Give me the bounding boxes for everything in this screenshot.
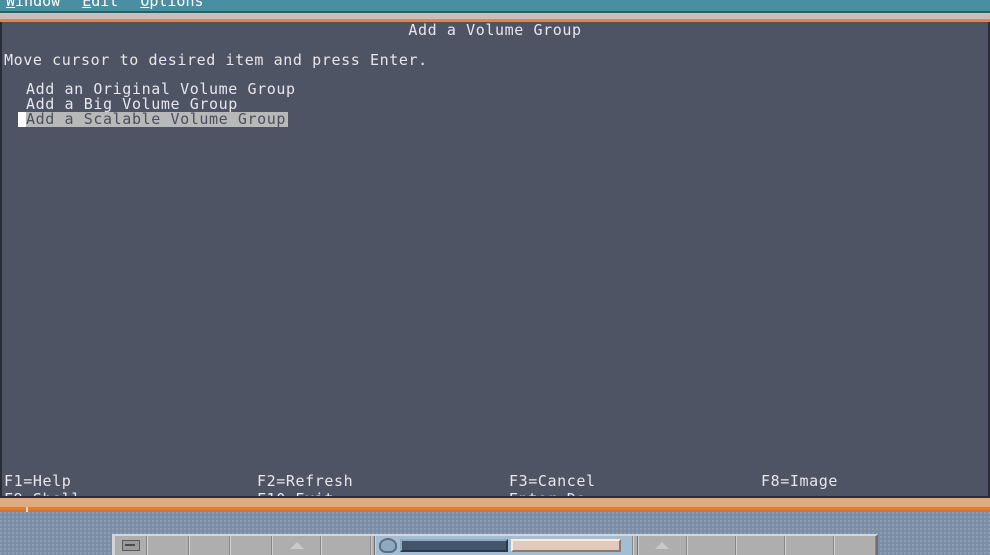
- menu-options[interactable]: Options: [140, 0, 203, 11]
- menu-edit[interactable]: Edit: [82, 0, 118, 11]
- smit-window: Window Edit Options Add a Volume Group M…: [0, 0, 990, 516]
- menu-window-mnemonic: W: [6, 0, 16, 10]
- panel-button-application-manager[interactable]: [735, 536, 786, 555]
- workspace-switcher[interactable]: [375, 536, 633, 555]
- panel-button-clock[interactable]: [147, 536, 189, 555]
- window-icon: [121, 540, 140, 551]
- panel-button-trash[interactable]: [834, 536, 877, 555]
- panel-button-printer[interactable]: [637, 536, 687, 555]
- menu-bar: Window Edit Options: [0, 0, 990, 11]
- menu-options-mnemonic: O: [140, 0, 150, 10]
- chevron-up-icon: [289, 542, 304, 549]
- terminal-content: Add a Volume Group Move cursor to desire…: [0, 22, 990, 496]
- fkey-f1-help[interactable]: F1=Help: [4, 472, 71, 490]
- list-item-scalable-volume-group[interactable]: Add a Scalable Volume Group: [4, 112, 984, 127]
- fkey-f2-refresh[interactable]: F2=Refresh: [257, 472, 353, 490]
- window-resize-handle[interactable]: [26, 507, 28, 512]
- panel-button-calendar[interactable]: [188, 536, 231, 555]
- panel-button-minimize[interactable]: [114, 536, 148, 555]
- screen: Window Edit Options Add a Volume Group M…: [0, 0, 990, 555]
- fkey-f3-cancel[interactable]: F3=Cancel: [509, 472, 596, 490]
- panel-button-help-manager[interactable]: [785, 536, 835, 555]
- instruction-text: Move cursor to desired item and press En…: [4, 51, 428, 69]
- function-key-row-1: F1=Help F2=Refresh F3=Cancel F8=Image: [4, 472, 984, 490]
- front-panel: [112, 534, 878, 555]
- cursor-block: [18, 112, 26, 127]
- menu-window[interactable]: Window: [6, 0, 60, 11]
- function-key-legend: F1=Help F2=Refresh F3=Cancel F8=Image F9…: [4, 472, 984, 496]
- page-title: Add a Volume Group: [408, 22, 582, 39]
- panel-button-text-editor[interactable]: [272, 536, 322, 555]
- panel-button-file-manager[interactable]: [230, 536, 273, 555]
- panel-button-style-manager[interactable]: [686, 536, 736, 555]
- window-frame-bottom-shadow: [0, 510, 990, 512]
- volume-group-option-list: Add an Original Volume Group Add a Big V…: [4, 82, 984, 127]
- menu-edit-label: dit: [91, 0, 119, 10]
- window-frame-bottom-light: [0, 498, 990, 507]
- menu-options-label: ptions: [149, 0, 204, 10]
- list-item-label: Add a Scalable Volume Group: [26, 110, 289, 128]
- workspace-button-one[interactable]: [400, 539, 509, 552]
- panel-button-mailer[interactable]: [321, 536, 371, 555]
- lock-icon[interactable]: [379, 538, 398, 553]
- fkey-f8-image[interactable]: F8=Image: [761, 472, 838, 490]
- menu-window-label: indow: [15, 0, 61, 10]
- menu-edit-mnemonic: E: [82, 0, 92, 10]
- chevron-up-icon: [655, 542, 670, 549]
- workspace-button-two[interactable]: [511, 539, 622, 552]
